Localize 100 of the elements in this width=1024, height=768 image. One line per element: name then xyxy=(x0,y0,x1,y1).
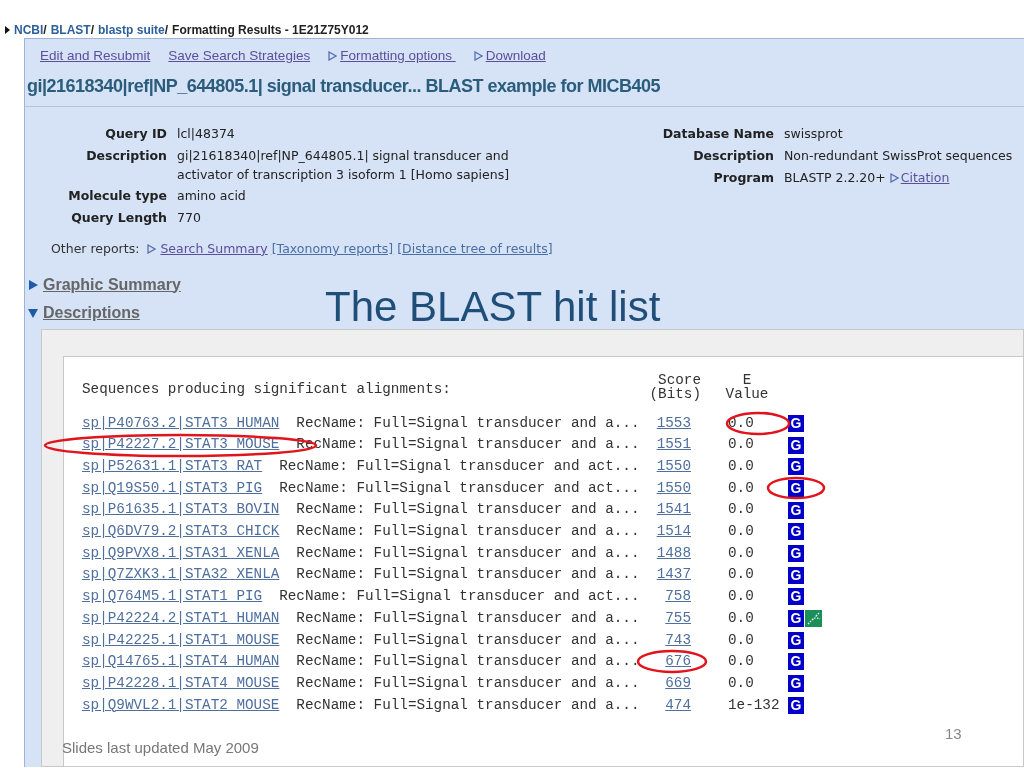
structure-link-icon[interactable] xyxy=(805,610,822,628)
hit-description: RecName: Full=Signal transducer and a... xyxy=(296,413,640,433)
breadcrumb-link[interactable]: NCBI xyxy=(14,20,44,39)
info-label: Description xyxy=(692,146,774,165)
score-link[interactable]: 1551 xyxy=(656,434,691,456)
toolbar-link[interactable]: Edit and Resubmit xyxy=(40,45,151,67)
sequence-link[interactable]: sp|Q14765.1|STAT4_HUMAN xyxy=(82,653,280,670)
evalue-text: 0.0 xyxy=(728,523,754,540)
score-link[interactable]: 755 xyxy=(665,607,691,630)
sequence-link[interactable]: sp|P42224.2|STAT1_HUMAN xyxy=(82,609,280,626)
score-link[interactable]: 474 xyxy=(665,694,691,716)
hit-description: RecName: Full=Signal transducer and a... xyxy=(296,500,640,520)
score-link[interactable]: 1550 xyxy=(656,456,691,478)
breadcrumb-current: Formatting Results - 1E21Z75Y012 xyxy=(172,21,369,39)
gene-link-icon[interactable]: G xyxy=(788,479,804,497)
evalue-text: 0.0 xyxy=(728,653,754,670)
hit-description: RecName: Full=Signal transducer and a... xyxy=(296,630,640,650)
toolbar-link[interactable]: Download xyxy=(485,45,546,67)
score-link[interactable]: 743 xyxy=(665,629,691,651)
gene-link-icon[interactable]: G xyxy=(788,610,804,628)
triangle-icon xyxy=(889,172,899,183)
evalue-text: 0.0 xyxy=(728,674,754,691)
sequence-link[interactable]: sp|P42227.2|STAT3_MOUSE xyxy=(82,436,280,453)
score-link[interactable]: 1553 xyxy=(656,412,691,435)
score-link[interactable]: 1437 xyxy=(656,564,691,586)
gene-link-icon[interactable]: G xyxy=(788,544,804,562)
expand-icon[interactable] xyxy=(27,278,39,291)
info-label: Query Length xyxy=(70,209,167,227)
hit-description: RecName: Full=Signal transducer and act... xyxy=(279,478,640,498)
score-link[interactable]: 1488 xyxy=(656,542,691,565)
report-link[interactable]: Search Summary xyxy=(160,239,268,259)
info-label: Molecule type xyxy=(67,187,167,206)
breadcrumb-separator: / xyxy=(43,21,47,39)
breadcrumb-separator: / xyxy=(90,21,95,39)
hit-description: RecName: Full=Signal transducer and a... xyxy=(296,543,640,563)
evalue-text: 0.0 xyxy=(728,436,754,453)
info-value: swissprot xyxy=(784,125,843,143)
info-value: amino acid xyxy=(177,187,246,206)
evalue-text: 0.0 xyxy=(728,588,754,605)
section-link[interactable]: Graphic Summary xyxy=(43,272,181,297)
info-label: Program xyxy=(712,168,774,187)
hit-description: RecName: Full=Signal transducer and act... xyxy=(279,587,640,607)
gene-link-icon[interactable]: G xyxy=(788,566,804,584)
gene-link-icon[interactable]: G xyxy=(788,501,804,519)
gene-link-icon[interactable]: G xyxy=(788,458,804,476)
report-link[interactable]: [Distance tree of results] xyxy=(397,239,553,259)
score-link[interactable]: 1541 xyxy=(656,499,691,521)
info-label: Query ID xyxy=(104,125,167,143)
score-link[interactable]: 669 xyxy=(665,672,691,695)
toolbar-link[interactable]: Formatting options xyxy=(340,45,456,67)
evalue-text: 0.0 xyxy=(728,609,754,626)
sequence-link[interactable]: sp|P52631.1|STAT3_RAT xyxy=(82,458,263,474)
evalue-text: 0.0 xyxy=(728,458,754,474)
column-header: Value xyxy=(725,386,769,401)
toolbar-link[interactable]: Save Search Strategies xyxy=(168,45,311,67)
column-header: (Bits) xyxy=(649,386,701,401)
triangle-icon xyxy=(4,25,11,34)
sequence-link[interactable]: sp|Q7ZXK3.1|STA32_XENLA xyxy=(82,566,280,583)
breadcrumb-link[interactable]: BLAST xyxy=(50,20,91,39)
sequence-link[interactable]: sp|P42225.1|STAT1_MOUSE xyxy=(82,631,280,648)
score-link[interactable]: 676 xyxy=(665,651,691,673)
table-heading: Sequences producing significant alignments: xyxy=(82,380,452,400)
evalue-text: 0.0 xyxy=(728,479,754,496)
info-value: Non-redundant SwissProt sequences xyxy=(784,146,1013,165)
evalue-text: 0.0 xyxy=(728,501,754,518)
gene-link-icon[interactable]: G xyxy=(788,588,804,606)
section-link[interactable]: Descriptions xyxy=(43,300,140,325)
gene-link-icon[interactable]: G xyxy=(788,414,804,432)
hit-description: RecName: Full=Signal transducer and a... xyxy=(296,565,640,585)
sequence-link[interactable]: sp|P42228.1|STAT4_MOUSE xyxy=(82,674,280,691)
evalue-text: 1e-132 xyxy=(728,696,780,713)
sequence-link[interactable]: sp|Q19S50.1|STAT3_PIG xyxy=(82,479,263,496)
gene-link-icon[interactable]: G xyxy=(788,653,804,671)
sequence-link[interactable]: sp|Q9WVL2.1|STAT2_MOUSE xyxy=(82,696,280,713)
breadcrumb-link[interactable]: blastp suite xyxy=(98,20,165,39)
hit-description: RecName: Full=Signal transducer and a... xyxy=(296,608,640,628)
gene-link-icon[interactable]: G xyxy=(788,436,804,454)
score-link[interactable]: 758 xyxy=(665,586,691,608)
report-link[interactable]: [Taxonomy reports] xyxy=(271,239,394,259)
sequence-link[interactable]: sp|Q764M5.1|STAT1_PIG xyxy=(82,588,263,605)
hit-description: RecName: Full=Signal transducer and act... xyxy=(279,457,640,476)
citation-link[interactable]: Citation xyxy=(900,168,950,188)
info-value: lcl|48374 xyxy=(177,125,235,143)
page-number: 13 xyxy=(945,726,962,741)
info-value: BLASTP 2.2.20+ xyxy=(784,168,886,187)
gene-link-icon[interactable]: G xyxy=(788,523,804,541)
score-link[interactable]: 1550 xyxy=(656,477,691,500)
gene-link-icon[interactable]: G xyxy=(788,631,804,649)
gene-link-icon[interactable]: G xyxy=(788,696,804,714)
slide-footer: Slides last updated May 2009 xyxy=(62,740,259,755)
sequence-link[interactable]: sp|Q9PVX8.1|STA31_XENLA xyxy=(82,544,280,561)
info-value: 770 xyxy=(177,209,201,227)
hit-description: RecName: Full=Signal transducer and a... xyxy=(296,652,640,672)
gene-link-icon[interactable]: G xyxy=(788,675,804,693)
sequence-link[interactable]: sp|P61635.1|STAT3_BOVIN xyxy=(82,501,280,518)
sequence-link[interactable]: sp|P40763.2|STAT3_HUMAN xyxy=(82,414,280,431)
score-link[interactable]: 1514 xyxy=(656,521,691,543)
collapse-icon[interactable] xyxy=(27,306,39,319)
page-title: gi|21618340|ref|NP_644805.1| signal transducer... BLAST example for MICB405 xyxy=(25,73,1024,107)
sequence-link[interactable]: sp|Q6DV79.2|STAT3_CHICK xyxy=(82,523,280,540)
